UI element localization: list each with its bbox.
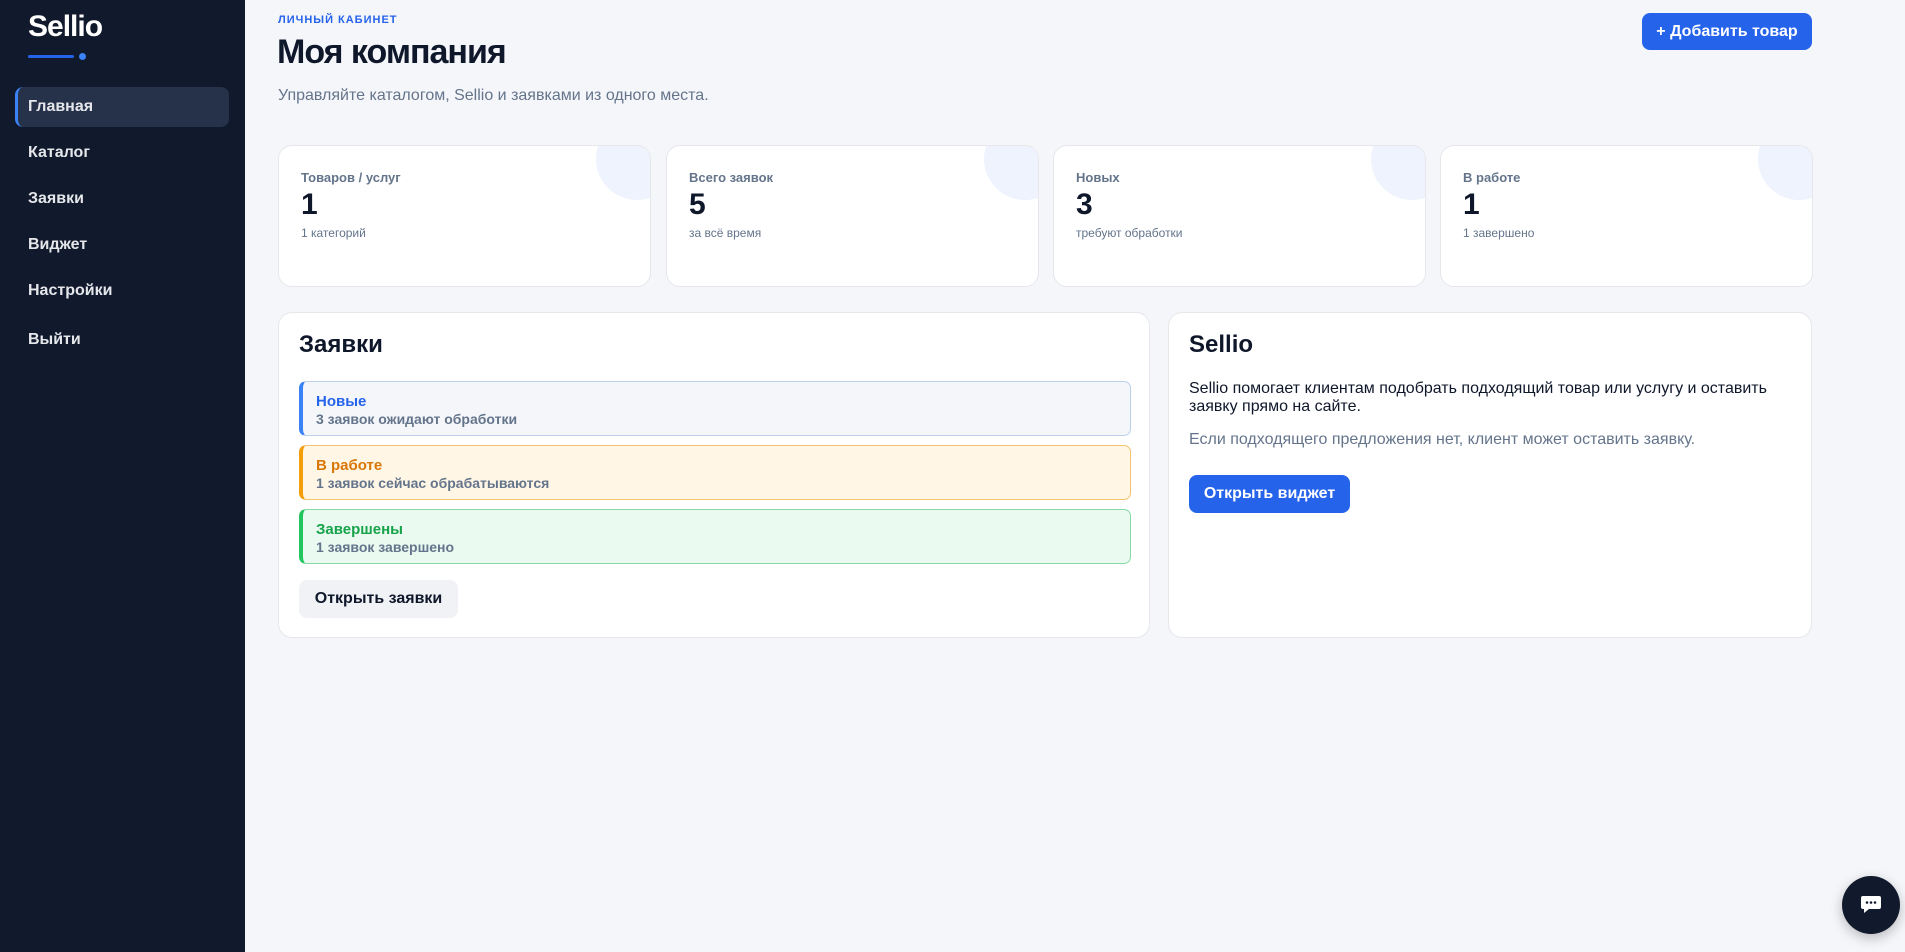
chat-button[interactable] — [1842, 876, 1900, 934]
sidebar-item-requests[interactable]: Заявки — [15, 179, 229, 219]
status-title: В работе — [316, 457, 383, 474]
logo[interactable]: Sellio — [28, 10, 103, 44]
stat-sub: требуют обработки — [1076, 226, 1183, 240]
stat-label: Товаров / услуг — [301, 170, 401, 185]
sidebar-nav: Главная Каталог Заявки Виджет Настройки … — [15, 87, 229, 366]
sidebar-item-widget[interactable]: Виджет — [15, 225, 229, 265]
sidebar-item-settings[interactable]: Настройки — [15, 271, 229, 311]
sidebar-item-logout[interactable]: Выйти — [15, 320, 229, 360]
stat-card-products: Товаров / услуг 1 1 категорий — [278, 145, 651, 287]
info-description: Sellio помогает клиентам подобрать подхо… — [1189, 380, 1767, 415]
logo-dot — [79, 53, 86, 60]
stat-label: Новых — [1076, 170, 1120, 185]
status-new[interactable]: Новые 3 заявок ожидают обработки — [299, 381, 1131, 436]
stat-sub: 1 завершено — [1463, 226, 1535, 240]
status-in-progress[interactable]: В работе 1 заявок сейчас обрабатываются — [299, 445, 1131, 500]
stat-card-decoration — [1371, 146, 1425, 200]
page-title: Моя компания — [277, 33, 507, 71]
add-product-button[interactable]: + Добавить товар — [1642, 13, 1812, 50]
open-widget-button[interactable]: Открыть виджет — [1189, 475, 1350, 513]
page-subtitle: Управляйте каталогом, Sellio и заявками … — [278, 87, 709, 104]
requests-panel-title: Заявки — [299, 331, 383, 358]
main-content: ЛИЧНЫЙ КАБИНЕТ Моя компания Управляйте к… — [245, 0, 1905, 952]
stat-card-decoration — [1758, 146, 1812, 200]
stat-card-new: Новых 3 требуют обработки — [1053, 145, 1426, 287]
stat-card-decoration — [596, 146, 650, 200]
stat-value: 3 — [1076, 188, 1093, 221]
sidebar-item-catalog[interactable]: Каталог — [15, 133, 229, 173]
status-title: Новые — [316, 393, 367, 410]
open-requests-button[interactable]: Открыть заявки — [299, 580, 458, 618]
stat-label: В работе — [1463, 170, 1521, 185]
stat-label: Всего заявок — [689, 170, 774, 185]
status-title: Завершены — [316, 521, 403, 538]
sidebar-item-home[interactable]: Главная — [15, 87, 229, 127]
sidebar: Sellio Главная Каталог Заявки Виджет Нас… — [0, 0, 245, 952]
info-panel: Sellio Sellio помогает клиентам подобрат… — [1168, 312, 1812, 638]
stat-value: 5 — [689, 188, 706, 221]
stat-sub: за всё время — [689, 226, 762, 240]
logo-underline — [28, 55, 74, 58]
stat-card-decoration — [984, 146, 1038, 200]
page-eyebrow: ЛИЧНЫЙ КАБИНЕТ — [278, 14, 398, 26]
chat-bubble-icon — [1861, 896, 1881, 913]
stat-sub: 1 категорий — [301, 226, 366, 240]
stat-card-total-requests: Всего заявок 5 за всё время — [666, 145, 1039, 287]
stat-card-in-progress: В работе 1 1 завершено — [1440, 145, 1813, 287]
status-description: 1 заявок завершено — [316, 539, 455, 555]
info-note: Если подходящего предложения нет, клиент… — [1189, 431, 1696, 448]
info-panel-title: Sellio — [1189, 331, 1254, 358]
status-done[interactable]: Завершены 1 заявок завершено — [299, 509, 1131, 564]
status-description: 1 заявок сейчас обрабатываются — [316, 475, 550, 491]
stat-value: 1 — [301, 188, 318, 221]
stat-value: 1 — [1463, 188, 1480, 221]
status-description: 3 заявок ожидают обработки — [316, 411, 518, 427]
requests-panel: Заявки Новые 3 заявок ожидают обработки … — [278, 312, 1150, 638]
